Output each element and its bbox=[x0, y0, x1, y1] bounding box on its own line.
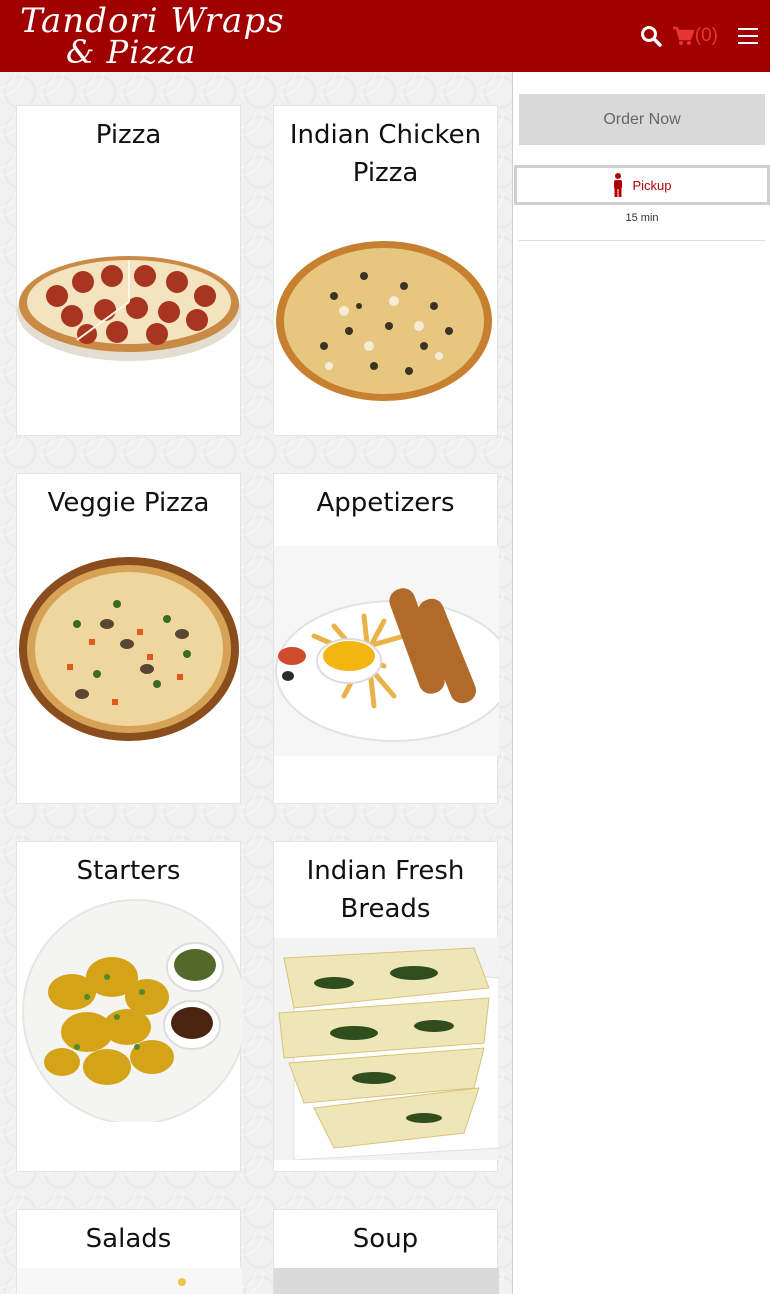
cart-count: (0) bbox=[694, 25, 718, 46]
category-card-veggie-pizza[interactable]: Veggie Pizza bbox=[16, 473, 241, 804]
category-card-pizza[interactable]: Pizza bbox=[16, 105, 241, 436]
header-actions: (0) bbox=[640, 22, 758, 50]
category-card-indian-fresh-breads[interactable]: Indian Fresh Breads bbox=[273, 841, 499, 1172]
breads-image bbox=[274, 938, 499, 1160]
category-title: Soup bbox=[352, 1224, 419, 1254]
category-title: Veggie Pizza bbox=[47, 488, 210, 518]
order-panel: Order Now Pickup 15 min bbox=[514, 72, 770, 1294]
pickup-label: Pickup bbox=[632, 177, 672, 193]
category-title: Starters bbox=[76, 856, 181, 886]
category-title: Indian Fresh Breads bbox=[306, 856, 465, 924]
category-title: Salads bbox=[85, 1224, 172, 1254]
category-card-starters[interactable]: Starters bbox=[16, 841, 242, 1172]
salads-image bbox=[17, 1268, 242, 1294]
category-card-appetizers[interactable]: Appetizers bbox=[273, 473, 499, 804]
cart-icon bbox=[672, 26, 694, 45]
category-card-salads[interactable]: Salads bbox=[16, 1209, 242, 1294]
person-icon bbox=[614, 173, 623, 197]
hamburger-menu-icon[interactable] bbox=[738, 27, 758, 45]
restaurant-logo[interactable]: Tandori Wraps & Pizza bbox=[18, 0, 284, 72]
appetizers-image bbox=[274, 546, 499, 756]
pizza-image bbox=[17, 256, 241, 361]
category-card-indian-chicken-pizza[interactable]: Indian Chicken Pizza bbox=[273, 105, 498, 436]
cart-button[interactable]: (0) bbox=[672, 25, 718, 47]
category-title: Indian Chicken Pizza bbox=[289, 120, 482, 188]
logo-line-2: & Pizza bbox=[66, 33, 197, 71]
veggie-pizza-image bbox=[19, 557, 239, 741]
category-grid: Pizza Indian Chicken Pizza Veggie Pizza … bbox=[0, 72, 513, 1294]
chicken-pizza-image bbox=[276, 241, 492, 401]
category-card-soup[interactable]: Soup bbox=[273, 1209, 499, 1294]
pickup-option[interactable]: Pickup bbox=[514, 165, 770, 205]
category-title: Pizza bbox=[95, 120, 162, 150]
search-icon[interactable] bbox=[640, 25, 662, 47]
starters-image bbox=[22, 899, 242, 1122]
divider bbox=[519, 240, 765, 241]
pickup-eta: 15 min bbox=[625, 212, 659, 224]
top-bar: Tandori Wraps & Pizza (0) bbox=[0, 0, 770, 72]
order-now-button[interactable]: Order Now bbox=[519, 94, 765, 145]
soup-image bbox=[274, 1268, 499, 1294]
category-title: Appetizers bbox=[316, 488, 455, 518]
